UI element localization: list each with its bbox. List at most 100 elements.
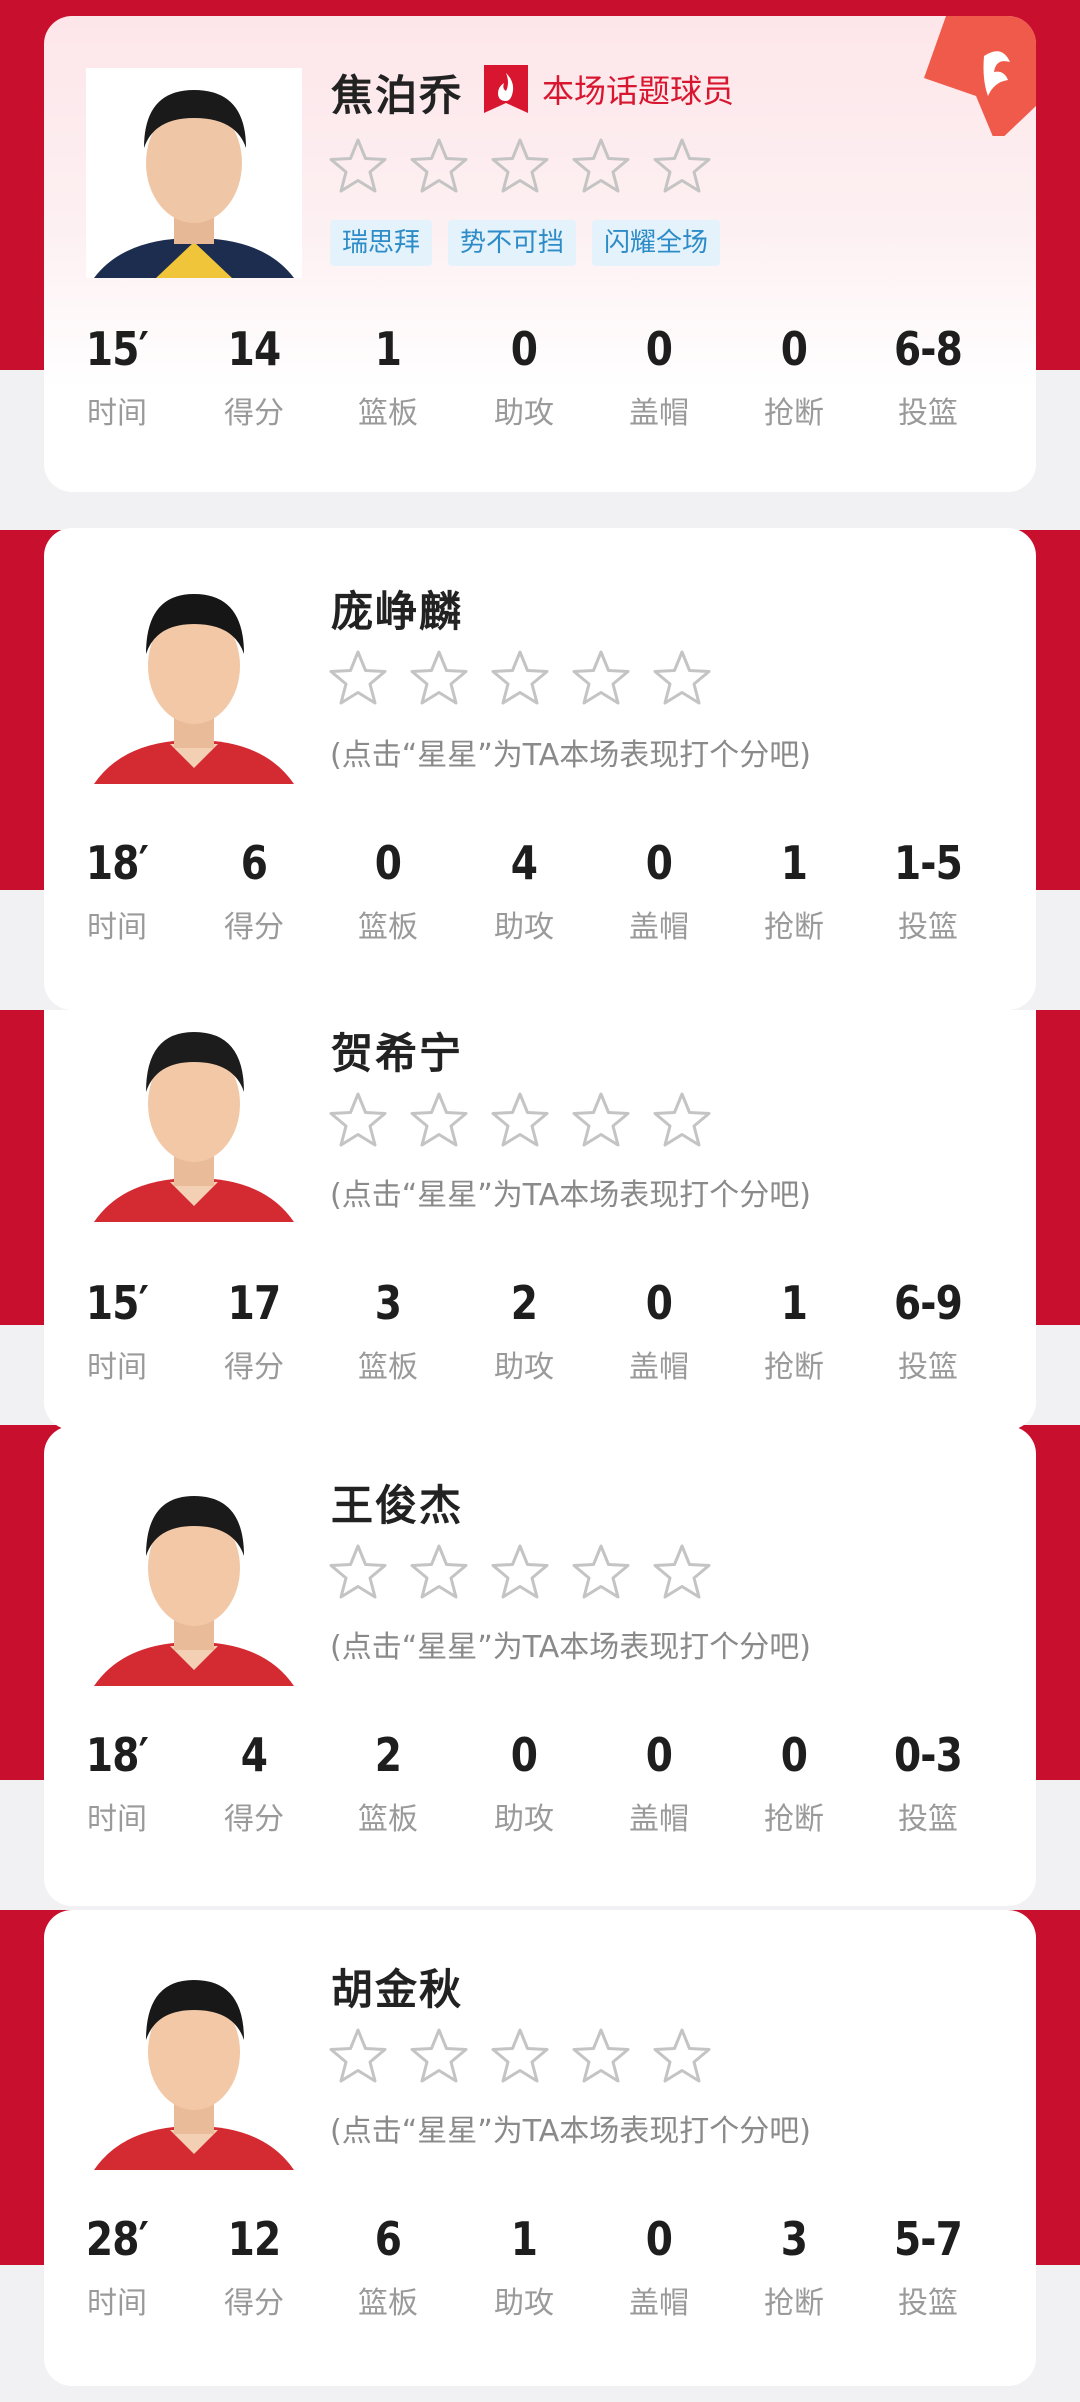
stat-value: 3: [374, 1276, 402, 1330]
player-card[interactable]: 王俊杰 (点击“星星”为TA本场表现打个分吧) 18′ 时间 4 得分 2 篮板 0 助攻 0 盖…: [44, 1426, 1036, 1906]
star-icon[interactable]: [408, 1090, 470, 1152]
stat-item: 15′ 时间: [47, 322, 187, 432]
player-avatar: [86, 68, 302, 278]
stat-item: 15′ 时间: [47, 1276, 187, 1386]
star-rating[interactable]: [327, 2026, 732, 2088]
stat-item: 1 助攻: [454, 2212, 594, 2322]
stat-value: 0: [645, 322, 673, 376]
star-icon[interactable]: [570, 1090, 632, 1152]
stat-label: 篮板: [358, 1802, 418, 1837]
stat-label: 助攻: [494, 396, 554, 431]
star-icon[interactable]: [489, 1542, 551, 1604]
stat-label: 盖帽: [629, 1350, 689, 1385]
reaction-tag[interactable]: 瑞思拜: [330, 220, 433, 266]
star-rating[interactable]: [327, 648, 732, 710]
stat-label: 得分: [224, 396, 284, 431]
star-icon[interactable]: [408, 136, 470, 198]
star-icon[interactable]: [489, 136, 551, 198]
stat-value: 1-5: [893, 836, 963, 890]
stat-item: 12 得分: [184, 2212, 324, 2322]
stat-item: 0 助攻: [454, 322, 594, 432]
stat-value: 1: [374, 322, 402, 376]
star-icon[interactable]: [489, 1090, 551, 1152]
featured-player-tag: 本场话题球员: [484, 64, 734, 114]
star-icon[interactable]: [327, 1542, 389, 1604]
stat-item: 4 助攻: [454, 836, 594, 946]
star-icon[interactable]: [651, 648, 713, 710]
stat-label: 得分: [224, 1802, 284, 1837]
stat-label: 投篮: [898, 396, 958, 431]
player-name: 贺希宁: [331, 1029, 464, 1078]
stat-item: 6-9 投篮: [858, 1276, 998, 1386]
player-avatar: [86, 574, 302, 784]
stat-item: 6-8 投篮: [858, 322, 998, 432]
stat-item: 0 抢断: [724, 1728, 864, 1838]
star-icon[interactable]: [408, 2026, 470, 2088]
stat-item: 4 得分: [184, 1728, 324, 1838]
stat-value: 0: [374, 836, 402, 890]
reaction-tag[interactable]: 势不可挡: [448, 220, 577, 266]
stat-label: 时间: [87, 1350, 147, 1385]
star-icon[interactable]: [489, 648, 551, 710]
stat-item: 5-7 投篮: [858, 2212, 998, 2322]
player-card[interactable]: 胡金秋 (点击“星星”为TA本场表现打个分吧) 28′ 时间 12 得分 6 篮板 1 助攻 0…: [44, 1910, 1036, 2386]
star-rating[interactable]: [327, 1542, 732, 1604]
weibo-hot-badge-icon: [924, 16, 1036, 136]
star-icon[interactable]: [570, 136, 632, 198]
star-icon[interactable]: [651, 1090, 713, 1152]
stat-value: 28′: [85, 2212, 149, 2266]
stat-value: 5-7: [893, 2212, 963, 2266]
star-icon[interactable]: [651, 136, 713, 198]
stat-label: 盖帽: [629, 2286, 689, 2321]
star-icon[interactable]: [651, 1542, 713, 1604]
star-icon[interactable]: [327, 648, 389, 710]
stat-label: 时间: [87, 2286, 147, 2321]
stat-item: 2 助攻: [454, 1276, 594, 1386]
stat-label: 时间: [87, 910, 147, 945]
stat-value: 0: [645, 836, 673, 890]
star-icon[interactable]: [408, 648, 470, 710]
star-icon[interactable]: [570, 1542, 632, 1604]
stat-label: 时间: [87, 1802, 147, 1837]
stat-item: 18′ 时间: [47, 836, 187, 946]
stat-value: 2: [510, 1276, 538, 1330]
reaction-tag[interactable]: 闪耀全场: [592, 220, 721, 266]
stat-label: 抢断: [764, 396, 824, 431]
rating-hint: (点击“星星”为TA本场表现打个分吧): [330, 1630, 812, 1665]
star-icon[interactable]: [327, 136, 389, 198]
stat-label: 篮板: [358, 2286, 418, 2321]
stat-label: 得分: [224, 1350, 284, 1385]
stat-label: 抢断: [764, 2286, 824, 2321]
stat-item: 1 抢断: [724, 836, 864, 946]
star-icon[interactable]: [489, 2026, 551, 2088]
star-rating[interactable]: [327, 1090, 732, 1152]
stat-label: 得分: [224, 2286, 284, 2321]
stat-item: 0 盖帽: [589, 2212, 729, 2322]
stat-label: 抢断: [764, 910, 824, 945]
star-icon[interactable]: [327, 2026, 389, 2088]
player-card[interactable]: 庞峥麟 (点击“星星”为TA本场表现打个分吧) 18′ 时间 6 得分 0 篮板 4 助攻 0 盖…: [44, 528, 1036, 1010]
stat-label: 篮板: [358, 396, 418, 431]
star-rating[interactable]: [327, 136, 732, 198]
stat-label: 助攻: [494, 1350, 554, 1385]
stat-label: 篮板: [358, 910, 418, 945]
star-icon[interactable]: [651, 2026, 713, 2088]
stat-item: 3 抢断: [724, 2212, 864, 2322]
rating-hint: (点击“星星”为TA本场表现打个分吧): [330, 2114, 812, 2149]
stat-value: 15′: [85, 322, 149, 376]
stat-label: 得分: [224, 910, 284, 945]
star-icon[interactable]: [570, 2026, 632, 2088]
star-icon[interactable]: [327, 1090, 389, 1152]
player-card[interactable]: 贺希宁 (点击“星星”为TA本场表现打个分吧) 15′ 时间 17 得分 3 篮板 2 助攻 0…: [44, 1010, 1036, 1430]
stat-value: 3: [780, 2212, 808, 2266]
stat-item: 1 篮板: [318, 322, 458, 432]
player-card[interactable]: 焦泊乔 本场话题球员 瑞思拜 势不可挡 闪耀全场 15′ 时间 14 得分 1 篮板 0 助攻…: [44, 16, 1036, 492]
star-icon[interactable]: [408, 1542, 470, 1604]
stat-item: 2 篮板: [318, 1728, 458, 1838]
stat-value: 1: [780, 1276, 808, 1330]
player-avatar: [86, 1960, 302, 2170]
stat-value: 4: [240, 1728, 268, 1782]
stat-item: 0 抢断: [724, 322, 864, 432]
stat-item: 6 篮板: [318, 2212, 458, 2322]
star-icon[interactable]: [570, 648, 632, 710]
